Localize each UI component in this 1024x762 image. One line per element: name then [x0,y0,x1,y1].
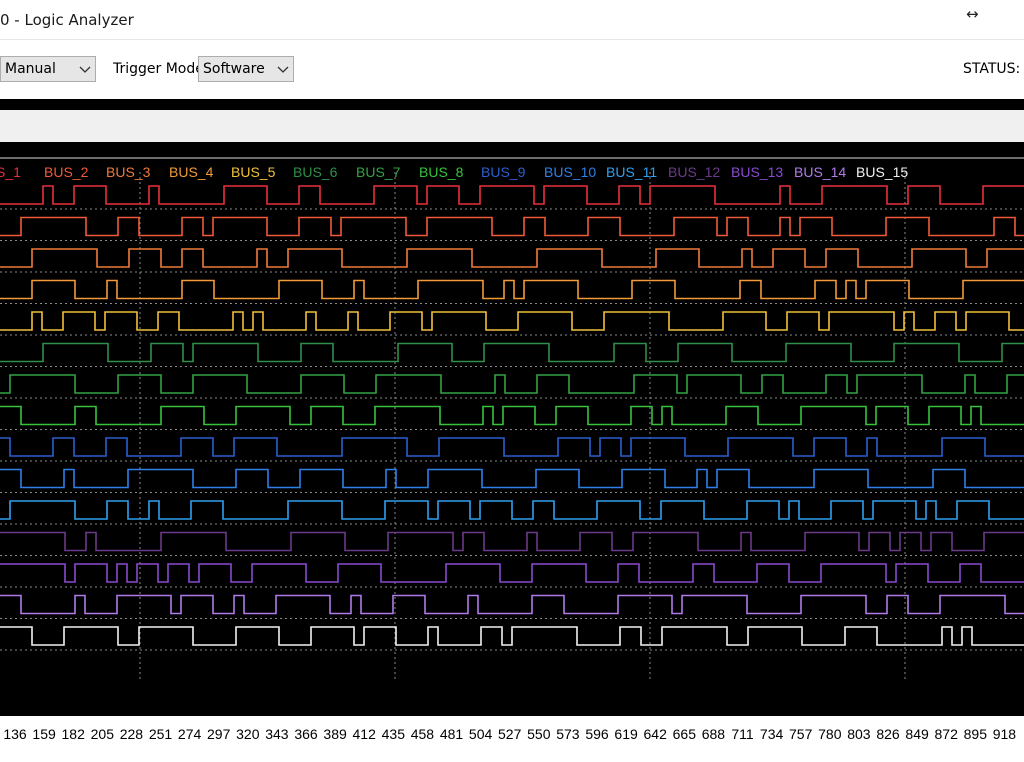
bus-label: BUS_14 [794,164,847,180]
mode-select[interactable]: Manual [0,56,96,82]
bus-label: BUS_8 [419,164,464,180]
time-axis: 136 159 182 205 228 251 274 297 320 343 366 389 412 4… [0,716,1024,762]
bus-waveform [0,185,1024,205]
axis-tick-label: 596 [585,726,609,742]
bus-waveform [0,437,1024,457]
bus-waveform [0,594,1024,615]
axis-tick-label: 412 [352,726,376,742]
waveform-display[interactable]: S_1 BUS_2 BUS_3 BUS_4 BUS_5 BUS_6 BUS_7 BUS_8 BU… [0,142,1024,762]
chevron-down-icon [79,66,91,73]
bus-label: BUS_4 [169,164,214,180]
axis-tick-label: 366 [294,726,318,742]
toolbar: Manual Trigger Mode Software STATUS: [0,40,1024,99]
axis-tick-label: 527 [498,726,522,742]
axis-tick-label: 435 [381,726,405,742]
bus-waveform [0,374,1024,394]
axis-tick-label: 159 [32,726,56,742]
bus-label: BUS_5 [231,164,276,180]
title-bar: 0 - Logic Analyzer ↔ [0,0,1024,40]
status-label: STATUS: [963,61,1021,77]
bus-label: BUS_6 [293,164,338,180]
window-title: 0 - Logic Analyzer [0,11,134,29]
axis-tick-label: 205 [90,726,114,742]
axis-tick-label: 826 [876,726,900,742]
bus-waveform [0,216,1024,237]
axis-tick-label: 343 [265,726,289,742]
axis-tick-label: 182 [61,726,85,742]
bus-waveform [0,468,1024,489]
bus-waveform [0,626,1024,646]
axis-tick-label: 573 [556,726,580,742]
waveform-canvas [0,157,1024,682]
axis-tick-label: 665 [672,726,696,742]
bus-waveform [0,531,1024,552]
trigger-mode-select[interactable]: Software [198,56,294,82]
axis-tick-label: 849 [905,726,929,742]
bus-label: BUS_13 [731,164,784,180]
bus-waveform [0,405,1024,426]
bus-waveform [0,279,1024,300]
axis-tick-label: 780 [818,726,842,742]
bus-waveform [0,500,1024,520]
axis-tick-label: 458 [410,726,435,742]
bus-label: BUS_7 [356,164,401,180]
axis-tick-label: 918 [992,726,1017,742]
bus-label: S_1 [0,164,21,180]
bus-label: BUS_9 [481,164,526,180]
axis-tick-label: 872 [934,726,958,742]
axis-tick-label: 642 [643,726,667,742]
bus-waveform [0,311,1024,331]
axis-tick-label: 297 [207,726,231,742]
bus-label: BUS_10 [544,164,597,180]
bus-label: BUS_12 [668,164,721,180]
axis-tick-label: 251 [148,726,173,742]
axis-tick-label: 320 [236,726,260,742]
axis-tick-label: 734 [759,726,784,742]
axis-tick-label: 228 [119,726,144,742]
axis-tick-label: 619 [614,726,638,742]
axis-tick-label: 504 [468,726,493,742]
mode-select-value: Manual [5,61,56,77]
bus-waveform [0,342,1024,363]
bus-label: BUS_11 [606,164,658,180]
bus-waveform [0,563,1024,583]
separator-bar [0,99,1024,110]
axis-tick-label: 711 [731,726,754,742]
bus-label: BUS_2 [44,164,89,180]
axis-tick-label: 389 [323,726,347,742]
axis-tick-label: 688 [701,726,726,742]
axis-tick-label: 136 [3,726,27,742]
bus-label: BUS_15 [856,164,909,180]
axis-tick-label: 481 [439,726,464,742]
trigger-mode-label: Trigger Mode [113,61,204,77]
trigger-mode-value: Software [203,61,265,77]
horizontal-resize-icon[interactable]: ↔ [966,5,979,23]
bus-label: BUS_3 [106,164,151,180]
axis-tick-label: 757 [789,726,813,742]
axis-tick-label: 274 [177,726,202,742]
bus-waveform [0,248,1024,268]
axis-tick-label: 550 [527,726,551,742]
axis-tick-label: 803 [847,726,871,742]
scrollbar-track[interactable] [0,110,1024,142]
axis-tick-label: 895 [963,726,987,742]
chevron-down-icon [277,66,289,73]
